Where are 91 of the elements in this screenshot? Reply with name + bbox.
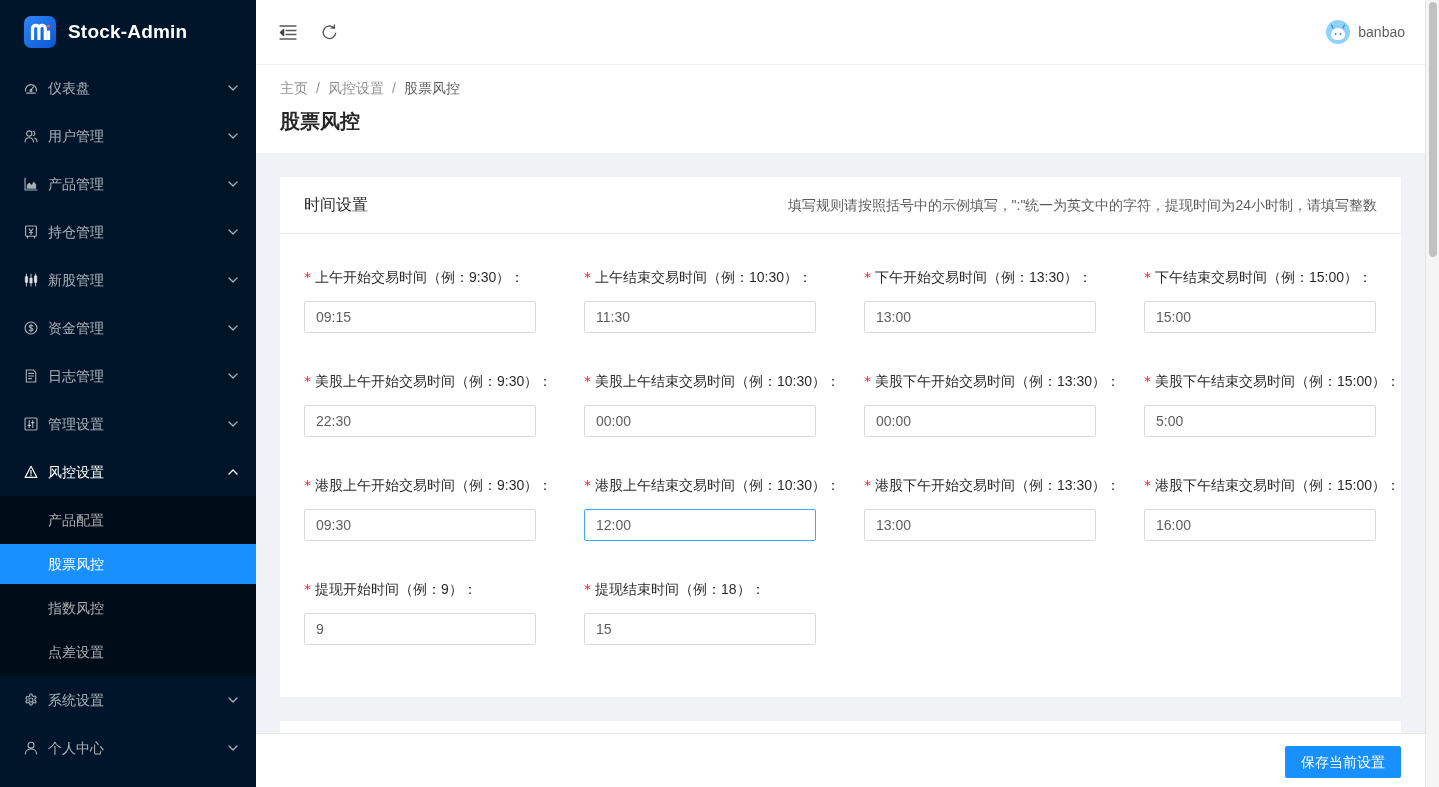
menu-item[interactable]: 仪表盘 [0,64,256,112]
required-mark: * [304,475,311,495]
menu-item[interactable]: 系统设置 [0,676,256,724]
required-mark: * [304,371,311,391]
input-field[interactable]: 00:00 [864,405,1096,437]
user-name[interactable]: banbao [1358,21,1405,43]
field-label: 上午开始交易时间（例：9:30）： [315,267,525,287]
chevron-down-icon [228,277,238,283]
users-icon [24,129,38,143]
warning-icon [24,465,38,479]
submenu-item[interactable]: 点差设置 [0,632,256,672]
yen-box-icon [24,225,38,239]
page-title: 股票风控 [280,109,361,134]
input-field[interactable]: 15 [584,613,816,645]
input-field[interactable]: 5:00 [1144,405,1376,437]
field-label: 港股下午开始交易时间（例：13:30）： [875,475,1121,495]
input-field[interactable]: 11:30 [584,301,816,333]
scrollbar-thumb[interactable] [1428,2,1437,257]
field-label: 美股下午结束交易时间（例：15:00）： [1155,371,1401,391]
chevron-down-icon [228,421,238,427]
hint-text: 填写规则请按照括号中的示例填写，":"统一为英文中的字符，提现时间为24小时制，请填写整数 [787,195,1377,215]
reload-icon[interactable] [321,23,338,41]
field-label: 下午开始交易时间（例：13:30）： [875,267,1093,287]
breadcrumb-separator: / [391,79,396,98]
chevron-down-icon [228,697,238,703]
input-field[interactable]: 13:00 [864,301,1096,333]
menu-item[interactable]: 风控设置 [0,448,256,496]
required-mark: * [1144,371,1151,391]
chevron-down-icon [228,85,238,91]
submenu-item[interactable]: 指数风控 [0,588,256,628]
chevron-up-icon [228,469,238,475]
chevron-down-icon [228,229,238,235]
required-mark: * [584,475,591,495]
required-mark: * [1144,475,1151,495]
input-field[interactable]: 9 [304,613,536,645]
menu-item[interactable]: 产品管理 [0,160,256,208]
field-label: 美股上午结束交易时间（例：10:30）： [595,371,841,391]
required-mark: * [864,475,871,495]
input-field[interactable]: 09:30 [304,509,536,541]
sliders-icon [24,417,38,431]
field-label: 美股上午开始交易时间（例：9:30）： [315,371,553,391]
chevron-down-icon [228,373,238,379]
field-label: 港股下午结束交易时间（例：15:00）： [1155,475,1401,495]
field-label: 提现结束时间（例：18）： [595,579,765,599]
input-field[interactable]: 12:00 [584,509,816,541]
input-field[interactable]: 09:15 [304,301,536,333]
settings-icon [24,693,38,707]
menu-item[interactable]: 资金管理 [0,304,256,352]
input-field[interactable]: 15:00 [1144,301,1376,333]
required-mark: * [864,371,871,391]
required-mark: * [584,371,591,391]
chevron-down-icon [228,181,238,187]
required-mark: * [304,267,311,287]
menu-item[interactable]: 日志管理 [0,352,256,400]
app-title: Stock-Admin [68,19,188,44]
input-field[interactable]: 00:00 [584,405,816,437]
field-label: 美股下午开始交易时间（例：13:30）： [875,371,1121,391]
field-label: 提现开始时间（例：9）： [315,579,477,599]
input-field[interactable]: 22:30 [304,405,536,437]
area-chart-icon [24,177,38,191]
card-title: 时间设置 [304,195,368,215]
menu-item[interactable]: 用户管理 [0,112,256,160]
submenu-item[interactable]: 产品配置 [0,500,256,540]
field-label: 下午结束交易时间（例：15:00）： [1155,267,1373,287]
required-mark: * [304,579,311,599]
breadcrumb-current: 股票风控 [403,79,460,98]
chevron-down-icon [228,325,238,331]
menu-item[interactable]: 个人中心 [0,724,256,772]
input-field[interactable]: 13:00 [864,509,1096,541]
required-mark: * [864,267,871,287]
field-label: 港股上午结束交易时间（例：10:30）： [595,475,841,495]
field-label: 港股上午开始交易时间（例：9:30）： [315,475,553,495]
user-icon [24,741,38,755]
menu-item[interactable]: 持仓管理 [0,208,256,256]
candlestick-icon [24,273,38,287]
breadcrumb-separator: / [316,79,320,98]
document-icon [24,369,38,383]
avatar-icon [1326,20,1351,44]
menu-item[interactable]: 管理设置 [0,400,256,448]
required-mark: * [1144,267,1151,287]
required-mark: * [584,579,591,599]
field-label: 上午结束交易时间（例：10:30）： [595,267,813,287]
outdent-icon[interactable] [279,24,297,40]
required-mark: * [584,267,591,287]
dollar-circle-icon [24,321,38,335]
menu-item[interactable]: 新股管理 [0,256,256,304]
input-field[interactable]: 16:00 [1144,509,1376,541]
gauge-icon [24,81,38,95]
chevron-down-icon [228,133,238,139]
logo-icon [24,16,56,48]
chevron-down-icon [228,745,238,751]
